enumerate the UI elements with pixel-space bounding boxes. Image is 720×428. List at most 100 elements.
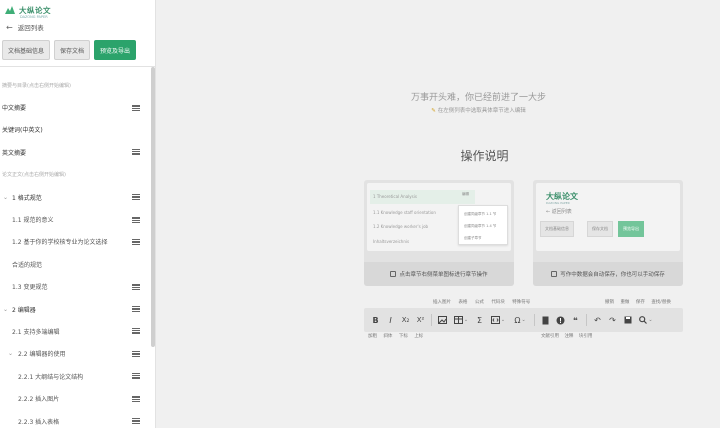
outline-item[interactable]: 2.2.2 插入图片 xyxy=(0,387,150,409)
image-icon[interactable] xyxy=(435,311,450,329)
outline-item-label: 论文正文(点击右侧开始编辑) xyxy=(2,172,66,179)
outline-item-label: 2.1 支持多端编辑 xyxy=(12,328,60,336)
outline-item-label: 1.2 基于你的学校核专业为论文选择 xyxy=(12,239,108,247)
main-panel: 万事开头难，你已经前进了一大步 ✎ 在左侧列表中选取具体章节进入编辑 操作说明 1… xyxy=(157,0,720,428)
outline-item[interactable]: 中文摘要 xyxy=(0,96,150,118)
back-to-list[interactable]: ← 返回列表 xyxy=(6,22,44,33)
outline-item-label: 1.3 变更规范 xyxy=(12,284,48,292)
outline-item[interactable]: ⌄ 2.2 编辑器的使用 xyxy=(0,343,150,365)
outline-item[interactable]: 1.2 基于你的学校核专业为论文选择 xyxy=(0,231,150,253)
mini-button: 保存文档 xyxy=(587,221,613,237)
redo-icon[interactable]: ↷ xyxy=(605,311,620,329)
toolbar-separator xyxy=(534,314,535,326)
find-replace-icon[interactable]: ⌄ xyxy=(635,311,657,329)
headline: 万事开头难，你已经前进了一大步 xyxy=(410,93,546,103)
arrow-left-icon: ← xyxy=(6,22,13,32)
tip-line: ✎ 在左侧列表中选取具体章节进入编辑 xyxy=(157,106,720,114)
outline-item[interactable]: 2.1 支持多端编辑 xyxy=(0,320,150,342)
chapter-menu-icon[interactable] xyxy=(132,418,140,425)
card-illustration: 大纵论文 DAZONG PAPER ← 返回列表 文档基础信息 保存文档 预览导… xyxy=(536,183,680,251)
chapter-menu-icon[interactable] xyxy=(132,238,140,245)
outline-item[interactable]: 2.2.3 插入表格 xyxy=(0,410,150,428)
doc-info-button[interactable]: 文档基础信息 xyxy=(2,40,51,60)
toolbar-label: 撤销 xyxy=(605,300,614,305)
outline-item-label: 2.2.3 插入表格 xyxy=(18,418,60,426)
instruction-card-autosave: 大纵论文 DAZONG PAPER ← 返回列表 文档基础信息 保存文档 预览导… xyxy=(533,180,683,286)
toolbar-label: 特殊符号 xyxy=(512,300,531,305)
card-caption: 写作中数据会自动保存，你也可以手动保存 xyxy=(533,262,683,286)
card-illustration: 1 Theoretical Analysis 1.1 Knowledge sta… xyxy=(367,183,511,251)
superscript-button[interactable]: X² xyxy=(413,311,428,329)
chapter-menu-icon[interactable] xyxy=(132,104,140,111)
chapter-menu-icon[interactable] xyxy=(132,395,140,402)
card-caption: 点击章节右侧菜单图标进行章节操作 xyxy=(364,262,514,286)
toolbar-top-labels: 插入图片 表格 公式 代码块 特殊符号 xyxy=(433,299,530,305)
popup-item: 创建同级章节 1.1 节 xyxy=(464,212,497,216)
save-icon xyxy=(551,271,558,277)
outline-item[interactable]: 英文摘要 xyxy=(0,141,150,163)
toolbar-label: 上标 xyxy=(414,334,424,339)
outline-item[interactable]: 2.2.1 大纲结与论文结构 xyxy=(0,365,150,387)
chapter-menu-icon[interactable] xyxy=(132,216,140,223)
lightbulb-icon: ✎ xyxy=(431,108,436,114)
mini-button: 文档基础信息 xyxy=(540,221,574,237)
outline-item[interactable]: 1.1 规范的意义 xyxy=(0,208,150,230)
outline-item-label: 摘要与目录(点击右侧开始编辑) xyxy=(2,82,71,89)
chevron-down-icon[interactable]: ⌄ xyxy=(3,306,8,313)
chapter-menu-icon[interactable] xyxy=(132,328,140,335)
note-icon[interactable] xyxy=(553,311,568,329)
toolbar-label: 块引用 xyxy=(578,334,593,339)
citation-icon[interactable] xyxy=(538,311,553,329)
caption-text: 写作中数据会自动保存，你也可以手动保存 xyxy=(560,272,665,278)
popup-item: 创建同级章节 1.4 节 xyxy=(464,224,497,228)
toolbar-separator xyxy=(431,314,432,326)
instruction-card-chapter-menu: 1 Theoretical Analysis 1.1 Knowledge sta… xyxy=(364,180,514,286)
code-block-icon[interactable]: ⌄ xyxy=(487,311,509,329)
save-doc-button[interactable]: 保存文档 xyxy=(54,40,91,60)
outline-group-header: 论文正文(点击右侧开始编辑) xyxy=(0,164,150,186)
toolbar-label: 公式 xyxy=(474,300,484,305)
caption-text: 点击章节右侧菜单图标进行章节操作 xyxy=(399,272,488,278)
action-buttons: 文档基础信息 保存文档 预览及导出 xyxy=(2,40,137,60)
chapter-menu-icon[interactable] xyxy=(132,149,140,156)
outline-item[interactable]: ⌄ 2 编辑器 xyxy=(0,298,150,320)
mini-button: 预览导出 xyxy=(618,221,644,237)
toolbar-label: 注释 xyxy=(564,334,574,339)
outline-item[interactable]: ⌄ 1 格式规范 xyxy=(0,186,150,208)
chevron-down-icon[interactable]: ⌄ xyxy=(8,350,13,357)
toolbar-label: 保存 xyxy=(635,300,645,305)
toolbar-bottom-labels-mid: 文献引用 注释 块引用 xyxy=(541,333,592,339)
subscript-button[interactable]: X₂ xyxy=(398,311,413,329)
toolbar-label: 加粗 xyxy=(368,334,377,339)
save-icon[interactable] xyxy=(620,311,635,329)
outline-group-header: 摘要与目录(点击右侧开始编辑) xyxy=(0,74,150,96)
special-symbol-icon[interactable]: Ω ⌄ xyxy=(509,311,531,329)
popup-item: 创建子章节 xyxy=(464,236,482,240)
sidebar-scrollbar[interactable] xyxy=(151,67,155,347)
outline-item-label: 2.2.2 插入图片 xyxy=(18,396,60,404)
chapter-menu-icon[interactable] xyxy=(132,350,140,357)
chapter-menu-icon[interactable] xyxy=(132,306,140,313)
back-label: 返回列表 xyxy=(17,24,44,32)
outline-item-label: 1.1 规范的意义 xyxy=(12,217,54,225)
formula-icon[interactable]: Σ xyxy=(472,311,487,329)
mini-back-label: 返回列表 xyxy=(551,209,572,215)
table-icon[interactable]: ⌄ xyxy=(450,311,472,329)
italic-button[interactable]: I xyxy=(383,311,398,329)
outline-item-label: 1 格式规范 xyxy=(12,194,42,202)
outline-item[interactable]: 1.3 变更规范 xyxy=(0,276,150,298)
toolbar-top-labels-right: 撤销 重做 保存 查找/替换 xyxy=(605,299,671,305)
outline-item[interactable]: 合适的规范 xyxy=(0,253,150,275)
outline-item[interactable]: 关键词(中英文) xyxy=(0,119,150,141)
mini-line: 1.2 Knowledge worker's job xyxy=(373,224,429,229)
preview-export-button[interactable]: 预览及导出 xyxy=(94,40,137,60)
toolbar-label: 重做 xyxy=(620,300,630,305)
blockquote-icon[interactable]: ❝ xyxy=(568,311,583,329)
undo-icon[interactable]: ↶ xyxy=(590,311,605,329)
chapter-menu-icon[interactable] xyxy=(132,373,140,380)
chevron-down-icon[interactable]: ⌄ xyxy=(3,194,8,201)
chapter-menu-icon[interactable] xyxy=(132,194,140,201)
chapter-menu-icon[interactable] xyxy=(132,283,140,290)
bold-button[interactable]: B xyxy=(368,311,383,329)
mini-brand-sub: DAZONG PAPER xyxy=(546,201,570,205)
